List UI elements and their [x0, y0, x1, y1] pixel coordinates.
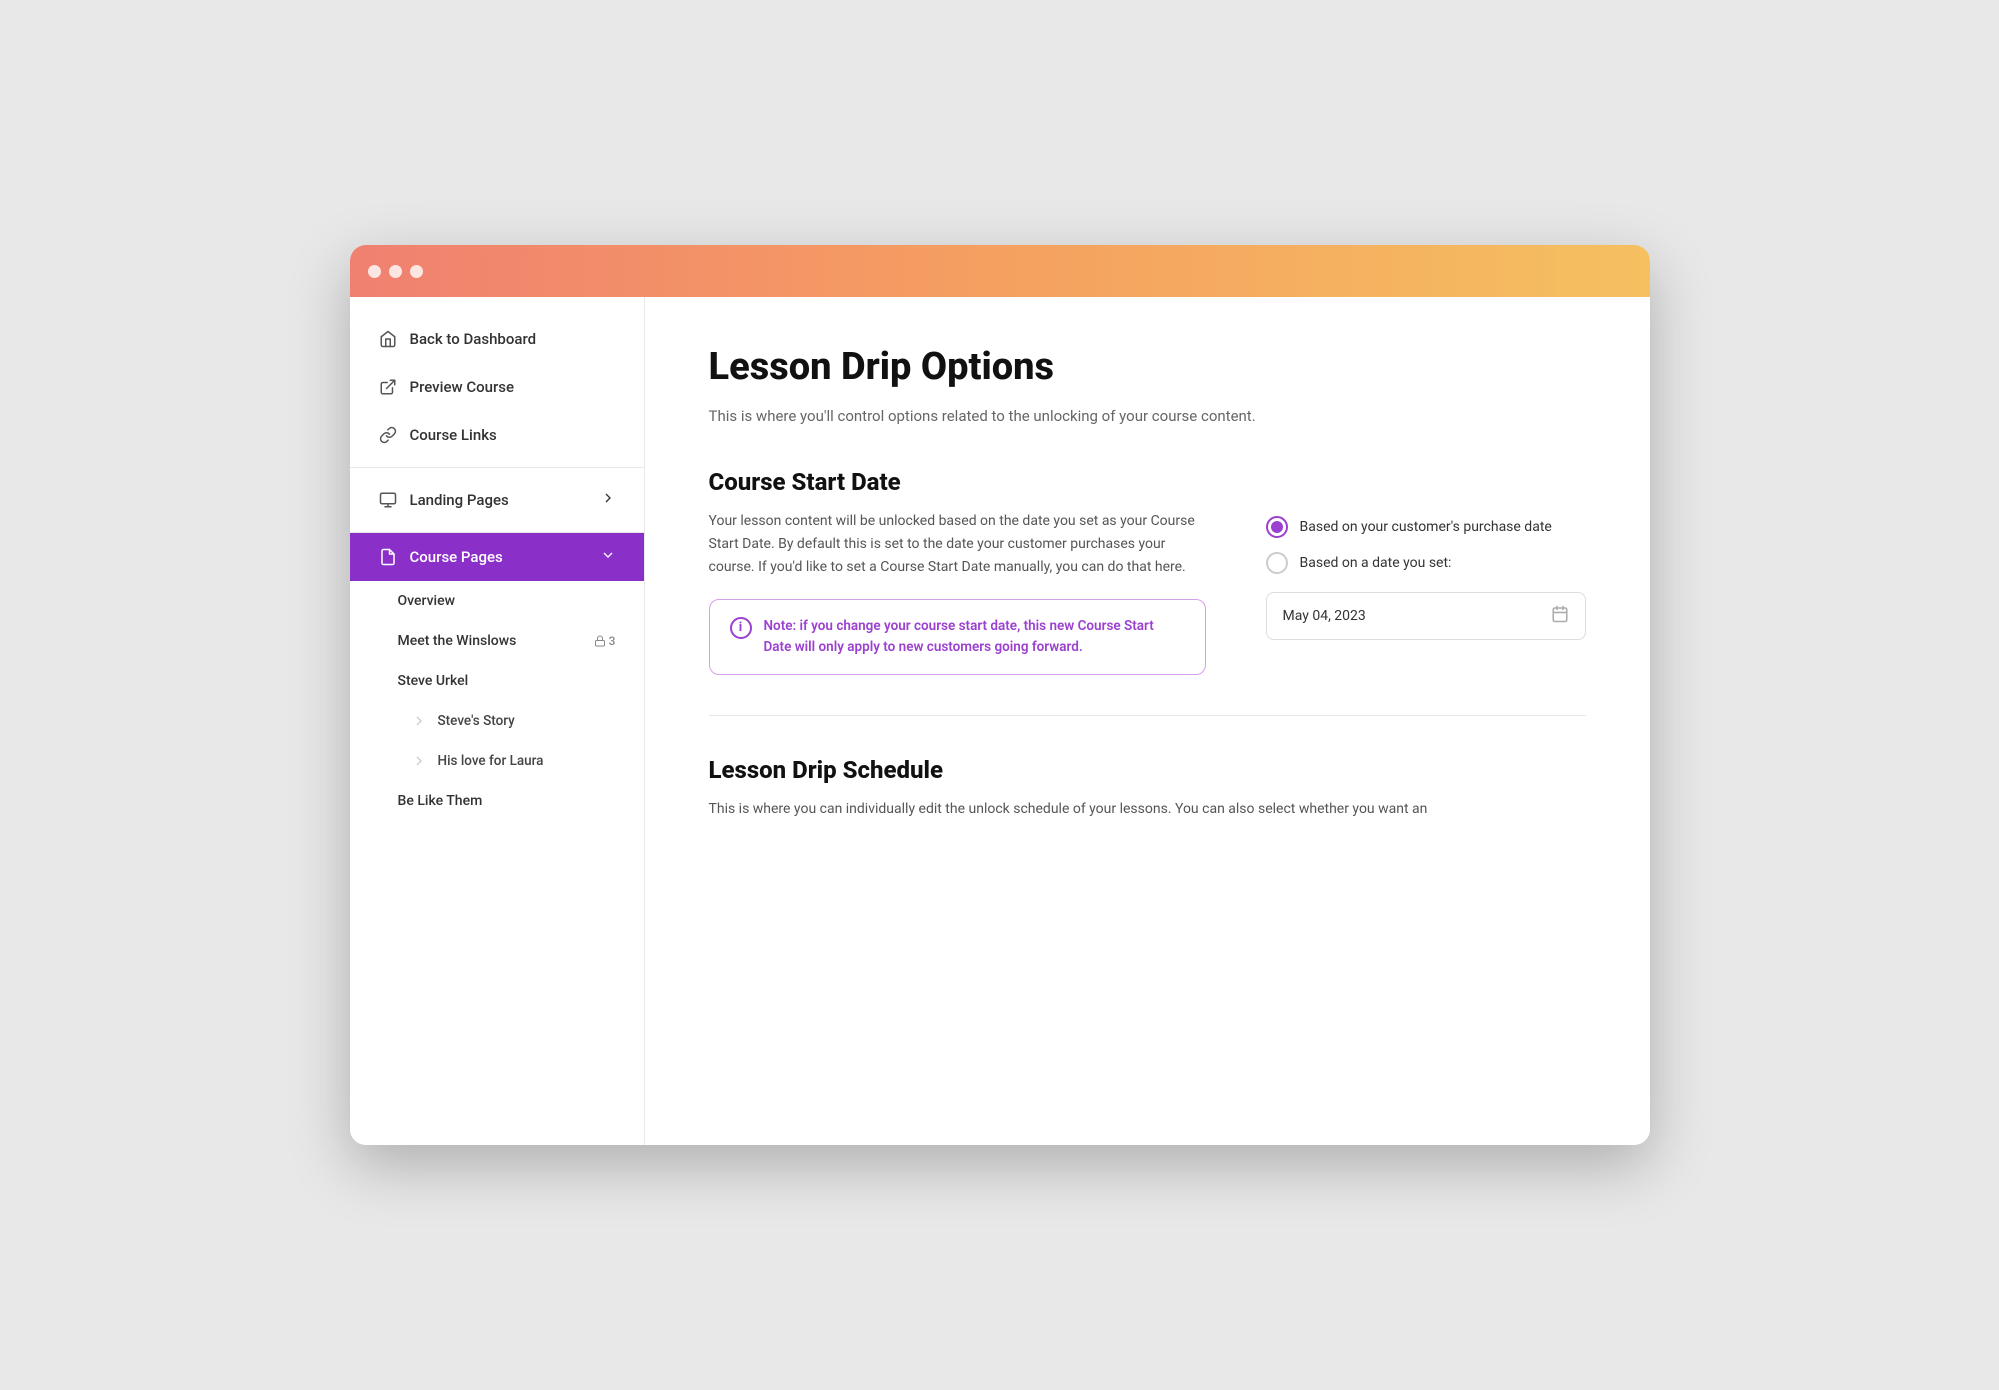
external-link-icon	[378, 377, 398, 397]
radio-inner	[1271, 521, 1283, 533]
titlebar	[350, 245, 1650, 297]
sidebar-middle-section: Landing Pages	[350, 468, 644, 533]
home-icon	[378, 329, 398, 349]
dot-close[interactable]	[368, 265, 381, 278]
meet-the-winslows-label: Meet the Winslows	[398, 633, 517, 649]
back-to-dashboard-label: Back to Dashboard	[410, 330, 537, 348]
landing-pages-label: Landing Pages	[410, 491, 509, 509]
steves-story-label: Steve's Story	[438, 713, 515, 729]
sidebar-item-landing-pages[interactable]: Landing Pages	[350, 476, 644, 524]
sidebar-item-overview[interactable]: Overview	[350, 581, 644, 621]
sidebar-course-pages-section: Course Pages Overview Meet the Winslows	[350, 533, 644, 829]
dot-minimize[interactable]	[389, 265, 402, 278]
course-pages-label: Course Pages	[410, 548, 503, 566]
lesson-drip-schedule-section: Lesson Drip Schedule This is where you c…	[709, 756, 1586, 821]
sidebar-item-course-links[interactable]: Course Links	[350, 411, 644, 459]
date-value: May 04, 2023	[1283, 608, 1539, 624]
lesson-drip-schedule-title: Lesson Drip Schedule	[709, 756, 1586, 784]
file-icon	[378, 547, 398, 567]
course-start-date-desc: Your lesson content will be unlocked bas…	[709, 510, 1206, 579]
page-subtitle: This is where you'll control options rel…	[709, 405, 1586, 428]
sidebar-item-be-like-them[interactable]: Be Like Them	[350, 781, 644, 821]
preview-course-label: Preview Course	[410, 378, 515, 396]
lock-badge: 3	[594, 634, 616, 648]
sidebar-item-his-love-for-laura[interactable]: His love for Laura	[350, 741, 644, 781]
nested-arrow-his-love	[410, 752, 428, 770]
monitor-icon	[378, 490, 398, 510]
sidebar-item-preview-course[interactable]: Preview Course	[350, 363, 644, 411]
radio-custom-date-label: Based on a date you set:	[1300, 555, 1452, 571]
chevron-right-icon	[600, 490, 616, 510]
sidebar-item-back-to-dashboard[interactable]: Back to Dashboard	[350, 315, 644, 363]
traffic-lights	[368, 265, 423, 278]
course-start-date-right: Based on your customer's purchase date B…	[1266, 510, 1586, 640]
be-like-them-label: Be Like Them	[398, 793, 483, 809]
app-body: Back to Dashboard Preview Course	[350, 297, 1650, 1145]
info-text: Note: if you change your course start da…	[764, 616, 1185, 658]
lesson-drip-schedule-desc: This is where you can individually edit …	[709, 798, 1586, 821]
nested-arrow-steves-story	[410, 712, 428, 730]
radio-outer-selected	[1266, 516, 1288, 538]
radio-custom-date[interactable]: Based on a date you set:	[1266, 552, 1586, 574]
app-window: Back to Dashboard Preview Course	[350, 245, 1650, 1145]
date-input[interactable]: May 04, 2023	[1266, 592, 1586, 640]
radio-outer-unselected	[1266, 552, 1288, 574]
overview-label: Overview	[398, 593, 455, 609]
info-box: i Note: if you change your course start …	[709, 599, 1206, 675]
radio-purchase-date-label: Based on your customer's purchase date	[1300, 519, 1552, 535]
sidebar: Back to Dashboard Preview Course	[350, 297, 645, 1145]
dot-maximize[interactable]	[410, 265, 423, 278]
sidebar-top-section: Back to Dashboard Preview Course	[350, 307, 644, 468]
sidebar-item-steve-urkel[interactable]: Steve Urkel	[350, 661, 644, 701]
sidebar-item-steves-story[interactable]: Steve's Story	[350, 701, 644, 741]
course-start-date-left: Your lesson content will be unlocked bas…	[709, 510, 1206, 675]
info-icon: i	[730, 617, 752, 639]
course-links-label: Course Links	[410, 426, 497, 444]
chevron-down-icon	[600, 547, 616, 567]
course-start-date-section: Course Start Date Your lesson content wi…	[709, 468, 1586, 675]
calendar-icon	[1551, 605, 1569, 627]
sidebar-item-meet-the-winslows[interactable]: Meet the Winslows 3	[350, 621, 644, 661]
main-content: Lesson Drip Options This is where you'll…	[645, 297, 1650, 1145]
radio-group: Based on your customer's purchase date B…	[1266, 516, 1586, 574]
steve-urkel-label: Steve Urkel	[398, 673, 469, 689]
page-title: Lesson Drip Options	[709, 345, 1586, 389]
course-start-date-title: Course Start Date	[709, 468, 1586, 496]
link-icon	[378, 425, 398, 445]
section-divider	[709, 715, 1586, 716]
his-love-for-laura-label: His love for Laura	[438, 753, 544, 769]
course-start-date-body: Your lesson content will be unlocked bas…	[709, 510, 1586, 675]
sidebar-item-course-pages[interactable]: Course Pages	[350, 533, 644, 581]
radio-purchase-date[interactable]: Based on your customer's purchase date	[1266, 516, 1586, 538]
